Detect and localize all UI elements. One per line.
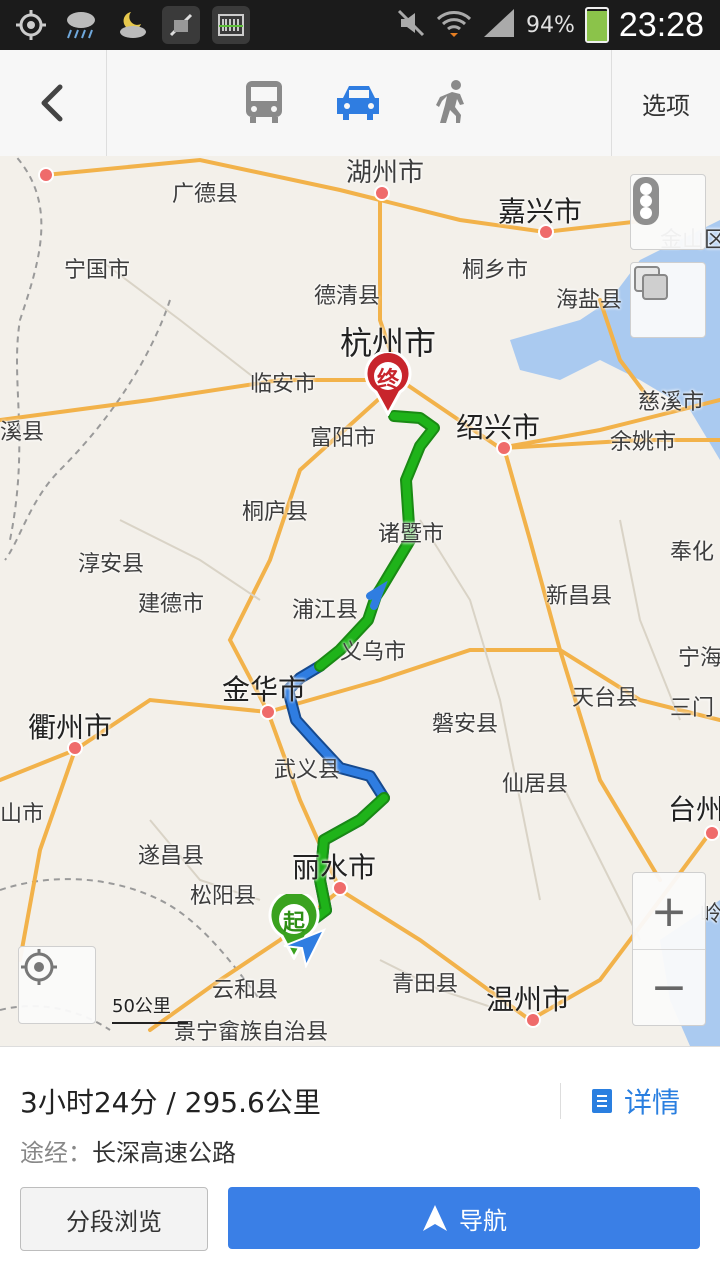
- gps-icon: [12, 6, 50, 44]
- traffic-light-icon: [633, 177, 659, 225]
- label-sanmen: 三门: [670, 696, 715, 721]
- battery-percent: 94%: [526, 12, 575, 38]
- label-songyang: 松阳县: [190, 884, 257, 909]
- navigation-arrow-icon: [423, 1205, 447, 1231]
- label-xinchang: 新昌县: [546, 584, 613, 609]
- barcode-app-icon: [212, 6, 250, 44]
- label-qingtian: 青田县: [392, 972, 459, 997]
- label-tiantai: 天台县: [572, 686, 639, 711]
- scale-bar: [112, 1022, 188, 1024]
- zoom-in-button[interactable]: +: [633, 874, 705, 950]
- map-view[interactable]: 湖州市 广德县 嘉兴市 金山区 宁国市 桐乡市 德清县 海盐县 杭州市 临安市 …: [0, 156, 720, 1046]
- back-button[interactable]: [0, 50, 107, 156]
- label-fuyang: 富阳市: [310, 426, 377, 451]
- label-suichang: 遂昌县: [138, 844, 205, 869]
- signal-icon: [482, 7, 516, 43]
- label-wuyi: 武义县: [274, 758, 341, 783]
- segment-browse-button[interactable]: 分段浏览: [20, 1187, 208, 1251]
- layers-button[interactable]: [630, 262, 706, 338]
- mode-bus-button[interactable]: [232, 70, 296, 134]
- locate-icon: [21, 949, 57, 985]
- route-summary: 3小时24分 / 295.6公里: [20, 1086, 321, 1119]
- label-wenzhou: 温州市: [486, 983, 571, 1016]
- mode-car-button[interactable]: [327, 70, 391, 134]
- mute-icon: [396, 8, 426, 42]
- details-label: 详情: [623, 1086, 680, 1119]
- label-xianju: 仙居县: [502, 772, 569, 797]
- label-yunhe: 云和县: [212, 978, 279, 1003]
- options-button[interactable]: 选项: [611, 50, 720, 156]
- battery-charging-icon: [584, 7, 609, 43]
- label-tonglu: 桐庐县: [242, 500, 309, 525]
- clock: 23:28: [618, 5, 704, 44]
- label-jinhua: 金华市: [222, 673, 307, 706]
- label-xixian: 溪县: [0, 420, 45, 445]
- via-label: 途经：: [20, 1139, 92, 1167]
- list-detail-icon: [591, 1089, 612, 1113]
- navigate-button[interactable]: 导航: [228, 1187, 700, 1249]
- end-marker-label: 终: [376, 368, 399, 393]
- panel-divider: [560, 1083, 561, 1119]
- label-panan: 磐安县: [432, 712, 499, 737]
- layers-icon: [634, 266, 668, 300]
- label-jiaxing: 嘉兴市: [498, 195, 583, 228]
- wifi-icon: [436, 7, 472, 43]
- label-guangde: 广德县: [172, 182, 239, 207]
- route-mode-header: 选项: [0, 50, 720, 157]
- night-weather-icon: [112, 6, 150, 44]
- label-tongxiang: 桐乡市: [462, 258, 529, 283]
- label-jiangshan: 山市: [0, 802, 45, 827]
- label-taizhou: 台州: [668, 793, 720, 826]
- label-huzhou: 湖州市: [346, 158, 425, 188]
- route-via: 途经：长深高速公路: [20, 1133, 236, 1168]
- muted-app-icon: [162, 6, 200, 44]
- label-pujiang: 浦江县: [292, 598, 359, 623]
- mode-walk-button[interactable]: [422, 70, 486, 134]
- bus-icon: [246, 81, 282, 123]
- back-arrow-icon: [41, 84, 63, 122]
- label-shaoxing: 绍兴市: [456, 411, 541, 444]
- label-deqing: 德清县: [314, 284, 381, 309]
- traffic-toggle-button[interactable]: [630, 174, 706, 250]
- locate-button[interactable]: [18, 946, 96, 1024]
- scale-label: 50公里: [112, 996, 171, 1017]
- current-location-arrow-icon: [283, 928, 326, 968]
- label-linan: 临安市: [250, 372, 317, 397]
- end-marker[interactable]: 终: [358, 352, 418, 416]
- car-icon: [337, 86, 379, 120]
- label-ningguo: 宁国市: [64, 258, 131, 283]
- rain-weather-icon: [62, 6, 100, 44]
- zoom-control: + −: [632, 872, 706, 1026]
- label-jingning: 景宁畲族自治县: [174, 1020, 329, 1045]
- details-button[interactable]: 详情: [590, 1081, 680, 1121]
- label-yiwu: 义乌市: [340, 640, 407, 665]
- label-fenghua: 奉化: [670, 540, 715, 565]
- label-yuyao: 余姚市: [610, 430, 677, 455]
- label-quzhou: 衢州市: [28, 711, 113, 744]
- label-jiande: 建德市: [138, 592, 205, 617]
- label-haiyan: 海盐县: [556, 288, 623, 313]
- walk-icon: [436, 80, 464, 123]
- label-chunan: 淳安县: [78, 552, 145, 577]
- route-summary-panel: 3小时24分 / 295.6公里 途经：长深高速公路 详情 分段浏览 导航: [0, 1046, 720, 1281]
- status-bar: 94% 23:28: [0, 0, 720, 50]
- map-scale: 50公里: [112, 992, 188, 1024]
- label-ninghai: 宁海: [678, 646, 720, 671]
- label-zhuji: 诸暨市: [378, 522, 445, 547]
- zoom-out-button[interactable]: −: [633, 950, 705, 1025]
- label-lishui: 丽水市: [292, 851, 377, 884]
- label-cixi: 慈溪市: [638, 390, 705, 415]
- navigate-label: 导航: [459, 1206, 507, 1235]
- via-road: 长深高速公路: [92, 1139, 236, 1167]
